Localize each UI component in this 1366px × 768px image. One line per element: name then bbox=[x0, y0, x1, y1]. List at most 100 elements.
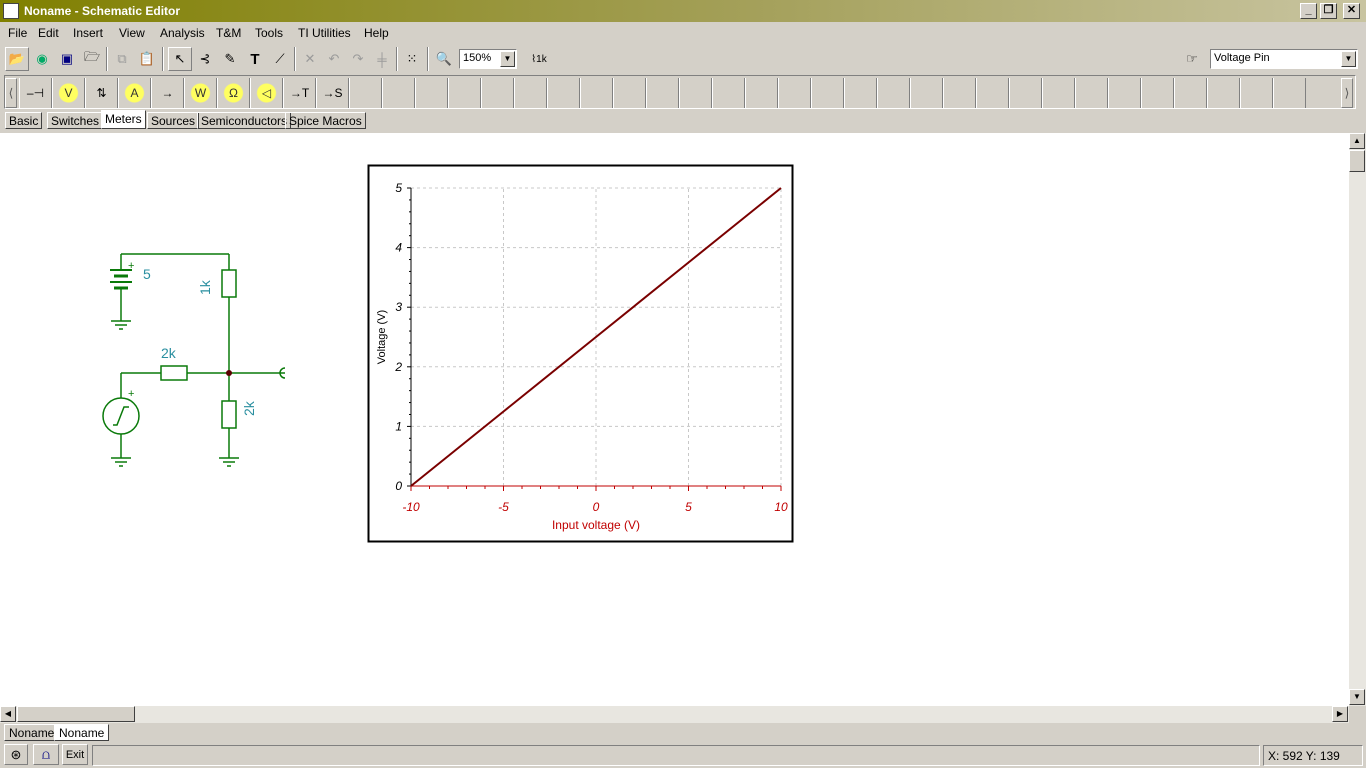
component-finder-icon[interactable]: ☞ bbox=[1180, 47, 1204, 71]
palette-empty-slot[interactable] bbox=[1174, 78, 1207, 108]
horizontal-scrollbar[interactable]: ◀ ▶ bbox=[0, 706, 1349, 723]
close-button[interactable]: ✕ bbox=[1343, 3, 1360, 19]
palette-empty-slot[interactable] bbox=[745, 78, 778, 108]
menu-file[interactable]: File bbox=[8, 26, 27, 40]
palette-empty-slot[interactable] bbox=[844, 78, 877, 108]
palette-empty-slot[interactable] bbox=[712, 78, 745, 108]
grid-icon[interactable]: ⁙ bbox=[400, 47, 424, 71]
menu-edit[interactable]: Edit bbox=[38, 26, 59, 40]
voltmeter-icon[interactable]: V bbox=[52, 78, 85, 108]
tab-meters[interactable]: Meters bbox=[101, 110, 146, 129]
graph-icon[interactable]: ⟋ bbox=[268, 47, 292, 71]
palette-scroll-left[interactable]: ⟨ bbox=[5, 78, 17, 108]
y-tick-label: 2 bbox=[394, 360, 402, 374]
menu-insert[interactable]: Insert bbox=[73, 26, 103, 40]
palette-empty-slot[interactable] bbox=[349, 78, 382, 108]
menu-analysis[interactable]: Analysis bbox=[160, 26, 205, 40]
palette-scroll-right[interactable]: ⟩ bbox=[1341, 78, 1353, 108]
node-t-icon[interactable]: →T bbox=[283, 78, 316, 108]
palette-empty-slot[interactable] bbox=[910, 78, 943, 108]
undo-icon[interactable]: ↶ bbox=[322, 47, 346, 71]
palette-empty-slot[interactable] bbox=[943, 78, 976, 108]
tab-basic[interactable]: Basic bbox=[5, 112, 43, 129]
menu-tools[interactable]: Tools bbox=[255, 26, 283, 40]
palette-empty-slot[interactable] bbox=[514, 78, 547, 108]
component-select-value: Voltage Pin bbox=[1214, 52, 1270, 64]
paste-icon[interactable]: 📋 bbox=[135, 47, 159, 71]
web-icon[interactable]: ◉ bbox=[30, 47, 54, 71]
chevron-down-icon[interactable]: ▼ bbox=[500, 51, 515, 67]
component-1k-icon[interactable]: ⌇1k bbox=[527, 47, 551, 71]
minimize-button[interactable]: _ bbox=[1300, 3, 1317, 19]
tab-switches[interactable]: Switches bbox=[47, 112, 104, 129]
palette-empty-slot[interactable] bbox=[778, 78, 811, 108]
open-file-icon[interactable]: 🗁 bbox=[80, 47, 104, 71]
scroll-right-icon[interactable]: ▶ bbox=[1332, 706, 1348, 722]
zoom-icon[interactable]: 🔍 bbox=[432, 47, 456, 71]
diagram-mode-icon[interactable]: ⩍ bbox=[33, 744, 59, 765]
save-icon[interactable]: ▣ bbox=[55, 47, 79, 71]
delete-icon[interactable]: ✕ bbox=[298, 47, 322, 71]
palette-empty-slot[interactable] bbox=[1075, 78, 1108, 108]
palette-empty-slot[interactable] bbox=[1042, 78, 1075, 108]
palette-empty-slot[interactable] bbox=[580, 78, 613, 108]
wattmeter-icon[interactable]: W bbox=[184, 78, 217, 108]
scroll-left-icon[interactable]: ◀ bbox=[0, 706, 16, 722]
palette-empty-slot[interactable] bbox=[613, 78, 646, 108]
app-icon[interactable] bbox=[3, 3, 19, 19]
vertical-scrollbar[interactable]: ▲ ▼ bbox=[1349, 133, 1366, 706]
palette-empty-slot[interactable] bbox=[1108, 78, 1141, 108]
node-s-icon[interactable]: →S bbox=[316, 78, 349, 108]
palette-empty-slot[interactable] bbox=[679, 78, 712, 108]
tab-semiconductors[interactable]: Semiconductors bbox=[197, 112, 292, 129]
copy-icon[interactable]: ⧉ bbox=[110, 47, 134, 71]
doc-tab-1[interactable]: Noname bbox=[4, 724, 60, 741]
tab-sources[interactable]: Sources bbox=[147, 112, 200, 129]
redo-icon[interactable]: ↷ bbox=[346, 47, 370, 71]
tab-spice-macros[interactable]: Spice Macros bbox=[285, 112, 366, 129]
palette-empty-slot[interactable] bbox=[646, 78, 679, 108]
vertical-scroll-thumb[interactable] bbox=[1349, 150, 1365, 172]
select-arrow-icon[interactable]: ↖ bbox=[168, 47, 192, 71]
zoom-select[interactable]: 150% ▼ bbox=[459, 49, 517, 69]
doc-tab-2[interactable]: Noname bbox=[54, 724, 110, 741]
pencil-icon[interactable]: ✎ bbox=[218, 47, 242, 71]
component-select[interactable]: Voltage Pin ▼ bbox=[1210, 49, 1358, 69]
wire-icon[interactable]: ⊰ bbox=[193, 47, 217, 71]
palette-empty-slot[interactable] bbox=[976, 78, 1009, 108]
palette-empty-slot[interactable] bbox=[382, 78, 415, 108]
palette-empty-slot[interactable] bbox=[481, 78, 514, 108]
speaker-icon[interactable]: ◁ bbox=[250, 78, 283, 108]
palette-empty-slot[interactable] bbox=[1273, 78, 1306, 108]
palette-empty-slot[interactable] bbox=[1207, 78, 1240, 108]
palette-empty-slot[interactable] bbox=[1141, 78, 1174, 108]
menu-help[interactable]: Help bbox=[364, 26, 389, 40]
junction-icon[interactable]: ╪ bbox=[370, 47, 394, 71]
ammeter-icon[interactable]: A bbox=[118, 78, 151, 108]
palette-empty-slot[interactable] bbox=[877, 78, 910, 108]
chart-frame[interactable] bbox=[367, 164, 794, 543]
voltage-arrow-icon[interactable]: ⇅ bbox=[85, 78, 118, 108]
palette-empty-slot[interactable] bbox=[415, 78, 448, 108]
palette-empty-slot[interactable] bbox=[1009, 78, 1042, 108]
scroll-down-icon[interactable]: ▼ bbox=[1349, 689, 1365, 705]
palette-empty-slot[interactable] bbox=[1240, 78, 1273, 108]
horizontal-scroll-thumb[interactable] bbox=[17, 706, 135, 722]
schematic-mode-icon[interactable]: ⊛ bbox=[4, 744, 28, 765]
text-icon[interactable]: T bbox=[243, 47, 267, 71]
menu-view[interactable]: View bbox=[119, 26, 145, 40]
exit-button[interactable]: Exit bbox=[62, 744, 88, 765]
chevron-down-icon[interactable]: ▼ bbox=[1341, 51, 1356, 67]
ohmmeter-icon[interactable]: Ω bbox=[217, 78, 250, 108]
schematic-canvas[interactable]: + + 5 1k 2k 2k 0 1 2 3 4 5 -10 -5 0 5 10 Input volt… bbox=[0, 133, 1349, 706]
restore-button[interactable]: ❐ bbox=[1320, 3, 1337, 19]
open-folder-icon[interactable]: 📂 bbox=[5, 47, 29, 71]
menu-ti-utilities[interactable]: TI Utilities bbox=[298, 26, 351, 40]
current-arrow-icon[interactable]: → bbox=[151, 78, 184, 108]
palette-empty-slot[interactable] bbox=[448, 78, 481, 108]
scroll-up-icon[interactable]: ▲ bbox=[1349, 133, 1365, 149]
menu-tm[interactable]: T&M bbox=[216, 26, 241, 40]
palette-empty-slot[interactable] bbox=[811, 78, 844, 108]
palette-empty-slot[interactable] bbox=[547, 78, 580, 108]
voltage-pin-icon[interactable]: –⊣ bbox=[19, 78, 52, 108]
